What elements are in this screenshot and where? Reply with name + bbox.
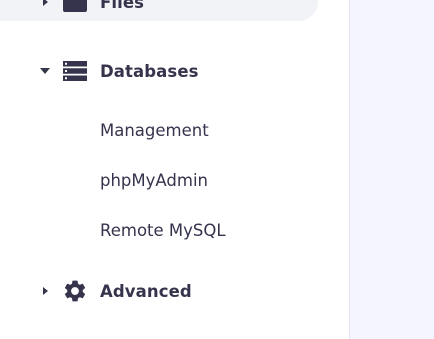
collapse-caret-icon[interactable] [40,66,50,76]
expand-caret-icon[interactable] [40,0,50,7]
sidebar-item-databases[interactable]: Databases [0,52,349,90]
folder-icon [62,0,88,15]
sidebar-item-files[interactable]: Files [0,0,318,21]
sidebar-item-advanced-label: Advanced [100,281,192,301]
sidebar: Files Databases Management phpMyAdmin Re… [0,0,349,339]
sidebar-item-databases-label: Databases [100,61,199,81]
sidebar-item-advanced[interactable]: Advanced [0,272,349,310]
submenu-item-remote-mysql[interactable]: Remote MySQL [100,219,226,243]
sidebar-item-files-label: Files [100,0,145,12]
main-content-area [349,0,434,339]
submenu-item-phpmyadmin[interactable]: phpMyAdmin [100,169,208,193]
database-icon [62,58,88,84]
gear-icon [62,278,88,304]
submenu-item-management[interactable]: Management [100,119,209,143]
expand-caret-icon[interactable] [40,286,50,296]
